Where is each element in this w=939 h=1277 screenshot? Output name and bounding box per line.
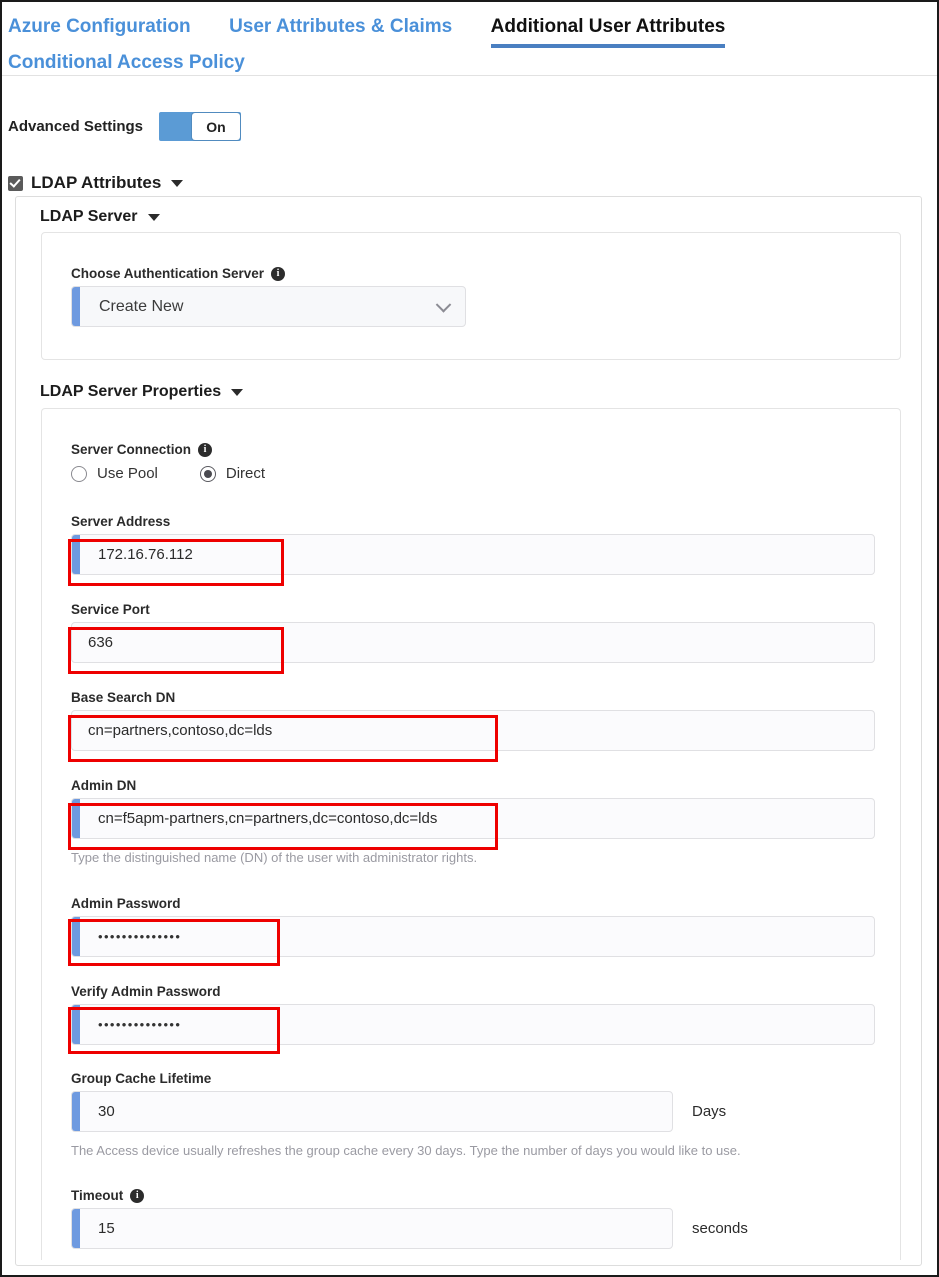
- admin-password-group: Admin Password ••••••••••••••: [71, 896, 875, 957]
- verify-admin-password-group: Verify Admin Password ••••••••••••••: [71, 984, 875, 1045]
- timeout-unit: seconds: [692, 1220, 748, 1237]
- timeout-value: 15: [98, 1220, 115, 1237]
- server-connection-label-row: Server Connection i: [71, 442, 571, 457]
- group-cache-lifetime-row: 30 Days: [71, 1091, 875, 1132]
- timeout-label: Timeout: [71, 1188, 124, 1203]
- advanced-settings-label: Advanced Settings: [8, 118, 144, 135]
- server-address-group: Server Address 172.16.76.112: [71, 514, 875, 575]
- info-icon[interactable]: i: [130, 1188, 145, 1203]
- ldap-attributes-panel: LDAP Server Choose Authentication Server…: [15, 196, 922, 1266]
- ldap-attributes-title: LDAP Attributes: [31, 173, 162, 192]
- ldap-server-properties-card: Server Connection i Use Pool Direct Serv…: [41, 408, 901, 1260]
- radio-dot-direct: [199, 465, 216, 482]
- page-viewport: Azure Configuration User Attributes & Cl…: [2, 2, 937, 1275]
- base-search-dn-value: cn=partners,contoso,dc=lds: [88, 722, 273, 739]
- base-search-dn-group: Base Search DN cn=partners,contoso,dc=ld…: [71, 690, 875, 751]
- info-icon[interactable]: i: [271, 266, 286, 281]
- advanced-settings-toggle-state: On: [192, 113, 241, 140]
- radio-use-pool[interactable]: Use Pool: [71, 465, 158, 482]
- group-cache-lifetime-input[interactable]: 30: [71, 1091, 673, 1132]
- ldap-server-title: LDAP Server: [40, 208, 138, 225]
- server-connection-radio-row: Use Pool Direct: [71, 465, 571, 482]
- verify-admin-password-label: Verify Admin Password: [71, 984, 221, 999]
- service-port-label: Service Port: [71, 602, 150, 617]
- ldap-server-properties-header: LDAP Server Properties: [40, 383, 244, 401]
- tab-divider: [2, 75, 937, 76]
- base-search-dn-input[interactable]: cn=partners,contoso,dc=lds: [71, 710, 875, 751]
- ldap-server-card: Choose Authentication Server i Create Ne…: [41, 232, 901, 360]
- admin-dn-value: cn=f5apm-partners,cn=partners,dc=contoso…: [98, 810, 438, 827]
- server-address-input[interactable]: 172.16.76.112: [71, 534, 875, 575]
- timeout-row: 15 seconds: [71, 1208, 875, 1249]
- chevron-down-icon[interactable]: [171, 179, 184, 187]
- group-cache-lifetime-value: 30: [98, 1103, 115, 1120]
- server-address-value: 172.16.76.112: [98, 546, 193, 563]
- tab-azure-configuration[interactable]: Azure Configuration: [8, 12, 191, 42]
- ldap-server-properties-chevron-down-icon[interactable]: [231, 388, 244, 396]
- group-cache-lifetime-helper-text: The Access device usually refreshes the …: [71, 1143, 741, 1158]
- service-port-group: Service Port 636: [71, 602, 875, 663]
- tab-user-attributes-claims[interactable]: User Attributes & Claims: [229, 12, 452, 42]
- choose-auth-server-select[interactable]: Create New: [71, 286, 466, 327]
- timeout-input[interactable]: 15: [71, 1208, 673, 1249]
- admin-password-value: ••••••••••••••: [98, 929, 182, 944]
- radio-label-use-pool: Use Pool: [97, 465, 158, 482]
- service-port-input[interactable]: 636: [71, 622, 875, 663]
- info-icon[interactable]: i: [198, 442, 213, 457]
- server-connection-group: Server Connection i Use Pool Direct: [71, 442, 571, 482]
- chevron-down-icon: [435, 296, 452, 313]
- advanced-settings-row: Advanced Settings On: [8, 112, 242, 141]
- radio-direct[interactable]: Direct: [199, 465, 266, 482]
- base-search-dn-label: Base Search DN: [71, 690, 176, 705]
- admin-dn-label: Admin DN: [71, 778, 137, 793]
- server-connection-label: Server Connection: [71, 442, 192, 457]
- group-cache-lifetime-group: Group Cache Lifetime 30 Days The Access …: [71, 1071, 875, 1158]
- admin-password-label: Admin Password: [71, 896, 181, 911]
- ldap-server-header: LDAP Server: [40, 208, 160, 226]
- ldap-server-properties-title: LDAP Server Properties: [40, 383, 222, 400]
- advanced-settings-toggle[interactable]: On: [159, 112, 242, 141]
- timeout-group: Timeout i 15 seconds: [71, 1188, 875, 1249]
- admin-password-input[interactable]: ••••••••••••••: [71, 916, 875, 957]
- radio-label-direct: Direct: [225, 465, 266, 482]
- verify-admin-password-value: ••••••••••••••: [98, 1017, 182, 1032]
- choose-auth-server-label: Choose Authentication Server: [71, 266, 265, 281]
- choose-auth-server-label-row: Choose Authentication Server i: [71, 266, 671, 281]
- tab-row-1: Azure Configuration User Attributes & Cl…: [2, 12, 937, 48]
- radio-dot-use-pool: [71, 465, 87, 482]
- admin-dn-group: Admin DN cn=f5apm-partners,cn=partners,d…: [71, 778, 875, 865]
- tab-bar: Azure Configuration User Attributes & Cl…: [2, 2, 937, 78]
- verify-admin-password-input[interactable]: ••••••••••••••: [71, 1004, 875, 1045]
- timeout-label-row: Timeout i: [71, 1188, 875, 1203]
- group-cache-lifetime-label: Group Cache Lifetime: [71, 1071, 212, 1086]
- server-address-label: Server Address: [71, 514, 171, 529]
- ldap-attributes-header: LDAP Attributes: [8, 173, 184, 193]
- admin-dn-input[interactable]: cn=f5apm-partners,cn=partners,dc=contoso…: [71, 798, 875, 839]
- tab-conditional-access-policy[interactable]: Conditional Access Policy: [8, 48, 245, 78]
- tab-additional-user-attributes[interactable]: Additional User Attributes: [490, 12, 726, 48]
- group-cache-lifetime-unit: Days: [692, 1103, 727, 1120]
- choose-auth-server-value: Create New: [99, 297, 184, 315]
- tab-row-2: Conditional Access Policy: [2, 48, 937, 78]
- ldap-attributes-checkbox[interactable]: [8, 175, 23, 191]
- ldap-server-chevron-down-icon[interactable]: [147, 213, 160, 221]
- choose-auth-server-group: Choose Authentication Server i Create Ne…: [71, 266, 671, 327]
- service-port-value: 636: [88, 634, 114, 651]
- admin-dn-helper-text: Type the distinguished name (DN) of the …: [71, 850, 478, 865]
